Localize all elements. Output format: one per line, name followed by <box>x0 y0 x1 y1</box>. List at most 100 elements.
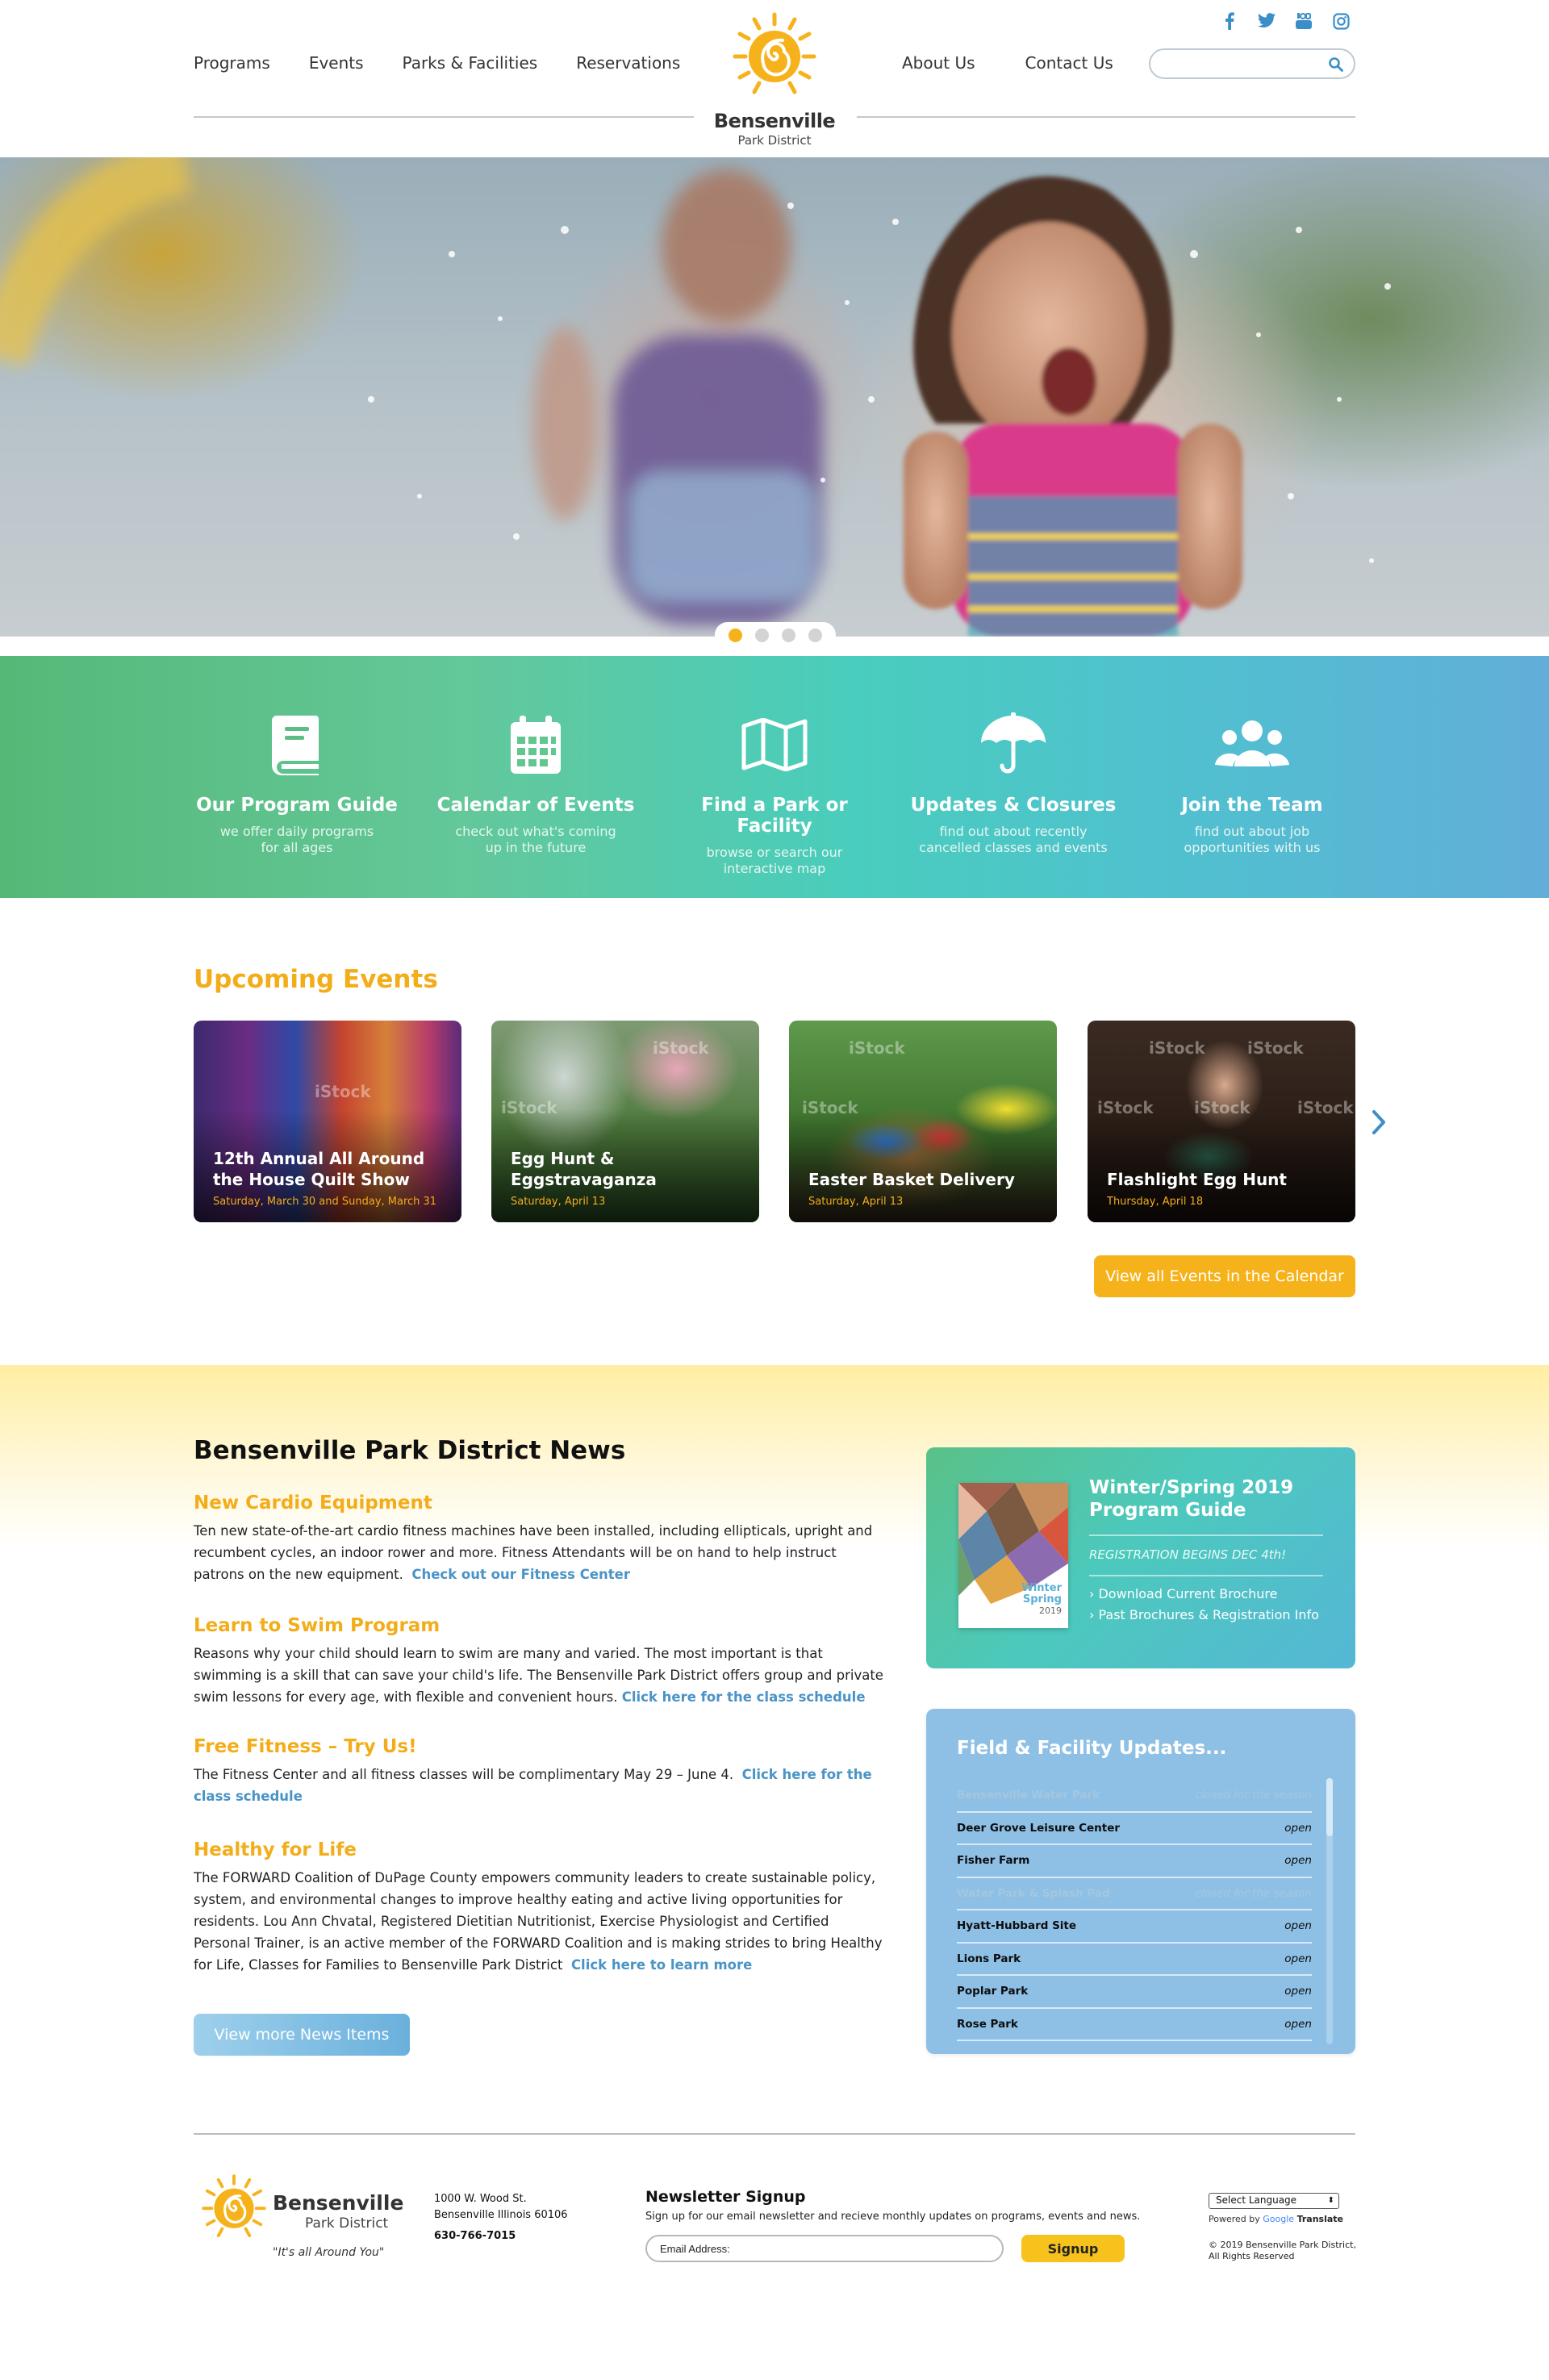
hero-slideshow[interactable] <box>0 157 1549 637</box>
hero-image <box>0 157 1391 637</box>
nav-events[interactable]: Events <box>309 53 364 73</box>
watermark: iStock <box>849 1038 905 1058</box>
watermark: iStock <box>653 1038 709 1058</box>
footer-address: 1000 W. Wood St. Bensenville Illinois 60… <box>434 2191 568 2244</box>
event-date: Thursday, April 18 <box>1107 1196 1204 1208</box>
quick-link-calendar[interactable]: Calendar of Events check out what's comi… <box>431 711 641 856</box>
quick-link-title: Updates & Closures <box>910 795 1117 816</box>
quick-link-title: Join the Team <box>1181 795 1323 816</box>
event-card[interactable]: iStock iStock Egg Hunt & Eggstravaganza … <box>491 1021 759 1222</box>
newsletter-description: Sign up for our email newsletter and rec… <box>645 2211 1141 2223</box>
facility-row: Bensenville Water Park closed for the sea… <box>957 1780 1312 1813</box>
instagram-icon[interactable] <box>1331 11 1351 31</box>
people-icon <box>1215 720 1289 766</box>
primary-nav-left: Programs Events Parks & Facilities Reser… <box>194 53 680 73</box>
quick-links-band: Our Program Guide we offer daily program… <box>0 656 1549 898</box>
quick-link-updates-closures[interactable]: Updates & Closures find out about recent… <box>908 711 1118 856</box>
facility-row: Poplar Park open <box>957 1976 1312 2009</box>
sun-logo-icon <box>733 12 816 94</box>
facility-row: Fisher Farm open <box>957 1845 1312 1878</box>
site-logo[interactable]: Bensenville Park District <box>710 10 839 148</box>
news-item: Healthy for Life The FORWARD Coalition o… <box>194 1839 887 1976</box>
slide-dot-1[interactable] <box>729 628 742 642</box>
news-item-body: The FORWARD Coalition of DuPage County e… <box>194 1870 883 1973</box>
facility-row: Rose Park open <box>957 2009 1312 2041</box>
footer-logo-name: Bensenville <box>273 2191 404 2215</box>
newsletter-signup-button[interactable]: Signup <box>1021 2235 1125 2262</box>
registration-note: REGISTRATION BEGINS DEC 4th! <box>1089 1547 1287 1562</box>
search-input[interactable] <box>1163 55 1317 73</box>
event-date: Saturday, April 13 <box>808 1196 904 1208</box>
quick-link-program-guide[interactable]: Our Program Guide we offer daily program… <box>192 711 402 856</box>
footer-logo[interactable]: Bensenville Park District "It's all Arou… <box>194 2169 403 2265</box>
book-icon <box>272 716 319 775</box>
facebook-icon[interactable] <box>1220 11 1239 31</box>
news-item-link[interactable]: Click here for the class schedule <box>622 1689 866 1705</box>
nav-programs[interactable]: Programs <box>194 53 270 73</box>
header-divider-left <box>194 116 694 118</box>
news-item-heading: Learn to Swim Program <box>194 1615 440 1636</box>
header-divider-right <box>857 116 1355 118</box>
nav-reservations[interactable]: Reservations <box>576 53 680 73</box>
quick-link-join-team[interactable]: Join the Team find out about job opportun… <box>1147 711 1357 856</box>
sun-logo-icon <box>202 2174 266 2238</box>
site-header: Programs Events Parks & Facilities Reser… <box>0 0 1549 157</box>
newsletter-email-input[interactable] <box>660 2241 983 2256</box>
news-item-link[interactable]: Check out our Fitness Center <box>411 1567 630 1582</box>
event-title: Egg Hunt & Eggstravaganza <box>511 1149 657 1189</box>
logo-name: Bensenville <box>713 110 836 132</box>
event-card[interactable]: iStock 12th Annual All Around the House … <box>194 1021 461 1222</box>
chevron-right-icon[interactable] <box>1367 1107 1390 1138</box>
upcoming-events-heading: Upcoming Events <box>194 965 438 994</box>
program-guide-title: Winter/Spring 2019 Program Guide <box>1089 1477 1294 1521</box>
event-card[interactable]: iStock iStock iStock iStock iStock Flash… <box>1088 1021 1355 1222</box>
slideshow-dots <box>715 622 836 648</box>
twitter-icon[interactable] <box>1257 11 1276 31</box>
view-calendar-button[interactable]: View all Events in the Calendar <box>1094 1255 1355 1297</box>
quick-link-desc: we offer daily programs for all ages <box>219 824 374 855</box>
news-item-body: The Fitness Center and all fitness class… <box>194 1767 734 1782</box>
news-item-heading: Free Fitness – Try Us! <box>194 1736 417 1757</box>
facility-list[interactable]: Bensenville Water Park closed for the sea… <box>957 1780 1312 2041</box>
brochure-cover-image[interactable]: Winter Spring 2019 <box>958 1483 1068 1628</box>
quick-link-desc: check out what's coming up in the future <box>455 824 616 855</box>
download-brochure-link[interactable]: › Download Current Brochure <box>1089 1586 1277 1601</box>
watermark: iStock <box>315 1082 371 1101</box>
quick-link-title: Our Program Guide <box>196 795 398 816</box>
event-card[interactable]: iStock iStock Easter Basket Delivery Sat… <box>789 1021 1057 1222</box>
map-icon <box>741 718 808 771</box>
facility-scrollbar[interactable] <box>1326 1778 1333 1836</box>
copyright: © 2019 Bensenville Park District, All Rig… <box>1209 2240 1356 2261</box>
program-guide-box: Winter Spring 2019 Winter/Spring 2019 Prog… <box>926 1447 1355 1668</box>
nav-about-us[interactable]: About Us <box>902 53 975 73</box>
event-date: Saturday, March 30 and Sunday, March 31 <box>213 1196 437 1208</box>
event-title: Easter Basket Delivery <box>808 1170 1015 1189</box>
footer-logo-subtitle: Park District <box>305 2215 389 2232</box>
footer-divider <box>194 2133 1355 2135</box>
past-brochures-link[interactable]: › Past Brochures & Registration Info <box>1089 1607 1319 1622</box>
nav-parks-facilities[interactable]: Parks & Facilities <box>403 53 538 73</box>
news-item-link[interactable]: Click here to learn more <box>571 1957 752 1973</box>
youtube-icon[interactable] <box>1294 11 1313 31</box>
search-box <box>1149 48 1355 79</box>
select-arrows-icon: ⬍ <box>1327 2196 1334 2205</box>
footer-phone[interactable]: 630-766-7015 <box>434 2228 568 2244</box>
view-more-news-button[interactable]: View more News Items <box>194 2014 410 2056</box>
slide-dot-4[interactable] <box>808 628 822 642</box>
nav-contact-us[interactable]: Contact Us <box>1025 53 1113 73</box>
news-item: Free Fitness – Try Us! The Fitness Cente… <box>194 1736 887 1807</box>
slide-dot-3[interactable] <box>782 628 795 642</box>
news-item: New Cardio Equipment Ten new state-of-th… <box>194 1493 887 1585</box>
quick-link-title: Calendar of Events <box>436 795 635 816</box>
event-title: Flashlight Egg Hunt <box>1107 1170 1287 1189</box>
facility-row: Deer Grove Leisure Center open <box>957 1813 1312 1845</box>
facility-row: Hyatt-Hubbard Site open <box>957 1910 1312 1944</box>
quick-link-desc: find out about recently cancelled classes… <box>919 824 1108 855</box>
quick-link-desc: browse or search our interactive map <box>706 845 843 876</box>
facility-row: Water Park & Splash Pad closed for the se… <box>957 1878 1312 1910</box>
language-select[interactable]: Select Language ⬍ <box>1209 2193 1339 2209</box>
news-item-heading: Healthy for Life <box>194 1839 357 1860</box>
slide-dot-2[interactable] <box>755 628 769 642</box>
search-icon[interactable] <box>1328 56 1344 73</box>
quick-link-find-park[interactable]: Find a Park or Facility browse or search… <box>670 711 879 877</box>
